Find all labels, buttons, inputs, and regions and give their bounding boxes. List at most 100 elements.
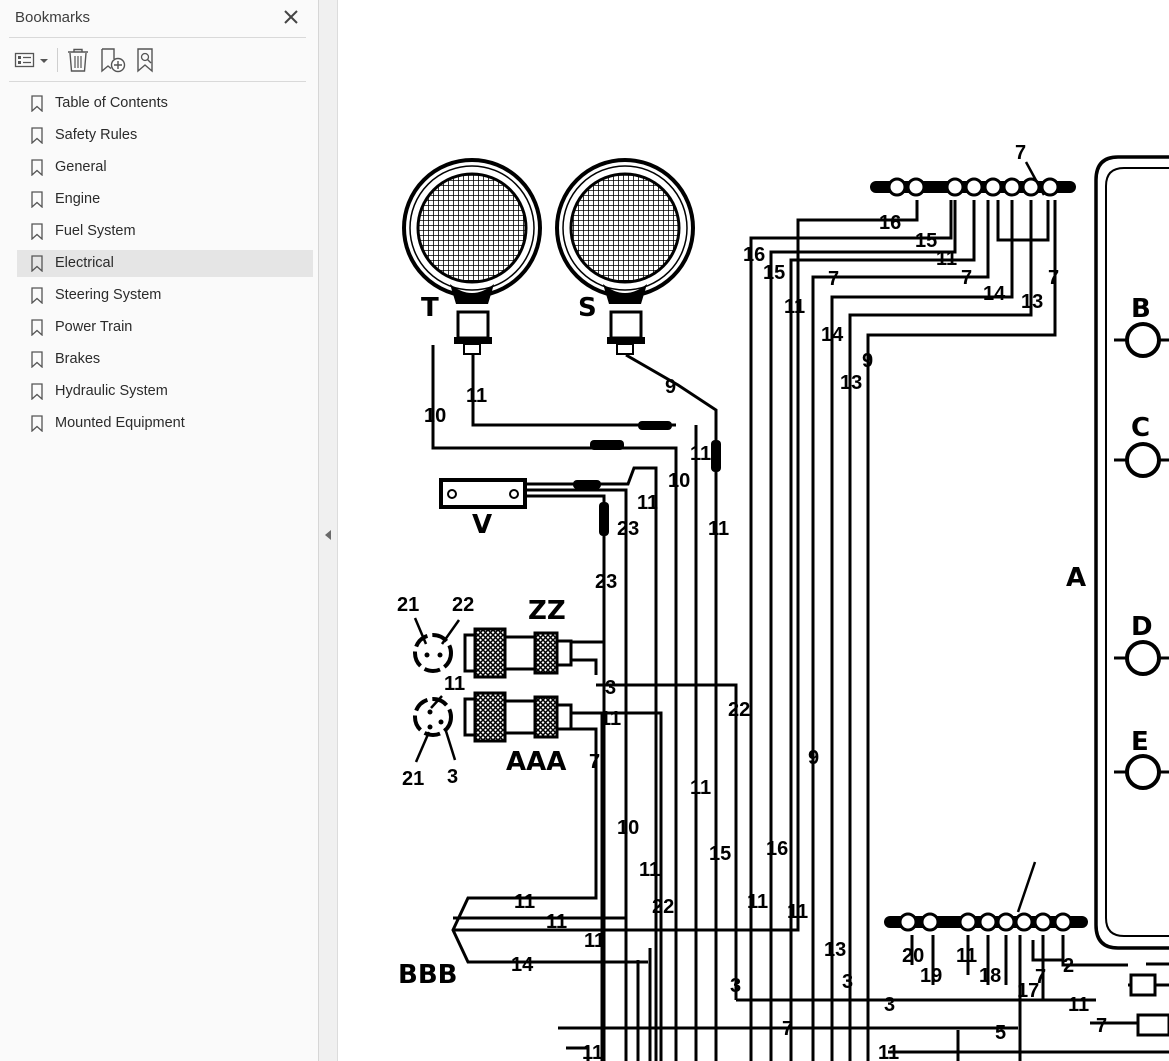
- bookmark-label: General: [55, 159, 107, 175]
- wire-label: 11: [787, 901, 808, 923]
- wire-label: 10: [424, 405, 446, 427]
- close-icon[interactable]: [281, 7, 301, 27]
- label-c: C: [1131, 413, 1150, 443]
- wire-label: 7: [1035, 966, 1046, 988]
- list-options-icon[interactable]: [14, 47, 50, 73]
- bookmark-label: Mounted Equipment: [55, 415, 185, 431]
- wire-connectors: [573, 421, 721, 536]
- bookmark-electrical[interactable]: Electrical: [17, 250, 313, 277]
- bookmark-icon: [31, 351, 43, 368]
- wire-label: 20: [902, 945, 924, 967]
- label-v: V: [472, 510, 492, 540]
- wire-label: 19: [920, 965, 942, 987]
- bookmark-list: Table of Contents Safety Rules General E…: [17, 90, 313, 442]
- wire-label: 11: [546, 911, 567, 933]
- bookmark-steering-system[interactable]: Steering System: [17, 282, 313, 309]
- bookmark-label: Brakes: [55, 351, 101, 367]
- bookmark-icon: [31, 127, 43, 144]
- wire-label: 21: [397, 594, 419, 616]
- panel-title: Bookmarks: [15, 9, 91, 26]
- bookmark-label: Electrical: [55, 255, 114, 271]
- wire-label: 10: [668, 470, 690, 492]
- toolbar-separator: [57, 48, 58, 72]
- new-bookmark-icon[interactable]: [100, 47, 126, 73]
- wire-label: 7: [1096, 1015, 1107, 1037]
- bookmark-fuel-system[interactable]: Fuel System: [17, 218, 313, 245]
- wire-label: 11: [784, 296, 805, 318]
- label-aaa: AAA: [506, 747, 566, 777]
- wire-label: 11: [690, 443, 711, 465]
- wire-label: 16: [879, 212, 901, 234]
- wire-label: 7: [1015, 142, 1026, 164]
- bookmark-label: Steering System: [55, 287, 162, 303]
- bookmark-table-of-contents[interactable]: Table of Contents: [17, 90, 313, 117]
- wire-label: 23: [617, 518, 639, 540]
- wire-label: 10: [617, 817, 639, 839]
- wire-label: 3: [842, 971, 853, 993]
- wire-label: 22: [728, 699, 750, 721]
- wire-label: 7: [961, 267, 972, 289]
- terminal-strip-bottom: [884, 912, 1088, 932]
- bookmark-safety-rules[interactable]: Safety Rules: [17, 122, 313, 149]
- wire-label: 5: [995, 1022, 1006, 1044]
- wire-label: 11: [582, 1042, 603, 1061]
- wire-label: 15: [709, 843, 731, 865]
- wire-label: 3: [447, 766, 458, 788]
- wire-label: 9: [862, 350, 873, 372]
- wire-label: 9: [808, 747, 819, 769]
- trash-icon[interactable]: [66, 47, 90, 73]
- wire-label: 18: [979, 965, 1001, 987]
- panel-a-outline: [1094, 155, 1169, 1037]
- wire-label: 11: [708, 518, 729, 540]
- label-zz: ZZ: [528, 596, 566, 626]
- wire-label: 2: [1063, 955, 1074, 977]
- find-current-bookmark-icon[interactable]: [136, 47, 160, 73]
- bookmarks-panel: Bookmarks Table of Contents Safety Rules…: [0, 0, 319, 1061]
- bookmark-mounted-equipment[interactable]: Mounted Equipment: [17, 410, 313, 437]
- bookmark-general[interactable]: General: [17, 154, 313, 181]
- bookmark-hydraulic-system[interactable]: Hydraulic System: [17, 378, 313, 405]
- bookmark-icon: [31, 191, 43, 208]
- bookmark-power-train[interactable]: Power Train: [17, 314, 313, 341]
- wiring-schematic: T S V ZZ AAA BBB A B C D E 7 16 15 11 7 …: [397, 142, 1169, 1061]
- bookmark-label: Power Train: [55, 319, 133, 335]
- label-t: T: [421, 293, 439, 323]
- bookmark-brakes[interactable]: Brakes: [17, 346, 313, 373]
- wire-label: 11: [878, 1042, 899, 1061]
- bookmark-icon: [31, 319, 43, 336]
- bookmark-icon: [31, 383, 43, 400]
- wire-label: 11: [444, 673, 465, 695]
- collapse-panel-arrow-icon[interactable]: [325, 530, 331, 540]
- wire-label: 11: [747, 891, 768, 913]
- wire-label: 22: [652, 896, 674, 918]
- wire-label: 7: [589, 751, 600, 773]
- connector-zz: [413, 627, 573, 679]
- panel-splitter[interactable]: [319, 0, 338, 1061]
- wire-label: 11: [690, 777, 711, 799]
- wire-label: 14: [511, 954, 534, 976]
- document-page: T S V ZZ AAA BBB A B C D E 7 16 15 11 7 …: [338, 0, 1169, 1061]
- bookmarks-toolbar: [0, 38, 318, 82]
- wire-label: 11: [936, 248, 957, 270]
- label-s: S: [578, 293, 597, 323]
- wire-label: 11: [1068, 994, 1089, 1016]
- wire-label: 15: [763, 262, 785, 284]
- label-b: B: [1131, 294, 1151, 324]
- panel-header: Bookmarks: [0, 0, 318, 36]
- bookmark-engine[interactable]: Engine: [17, 186, 313, 213]
- wire-label: 7: [1048, 267, 1059, 289]
- label-a: A: [1066, 563, 1086, 593]
- bookmark-icon: [31, 287, 43, 304]
- wire-label: 3: [730, 975, 741, 997]
- wire-label: 11: [956, 945, 977, 967]
- bookmark-icon: [31, 159, 43, 176]
- wire-label: 7: [828, 268, 839, 290]
- wire-label: 13: [824, 939, 846, 961]
- wire-label: 15: [915, 230, 937, 252]
- label-e: E: [1131, 727, 1149, 757]
- wire-label: 11: [600, 708, 621, 730]
- wire-label: 13: [1021, 291, 1043, 313]
- bookmark-icon: [31, 223, 43, 240]
- light-t: [402, 158, 542, 355]
- wire-label: 11: [584, 930, 605, 952]
